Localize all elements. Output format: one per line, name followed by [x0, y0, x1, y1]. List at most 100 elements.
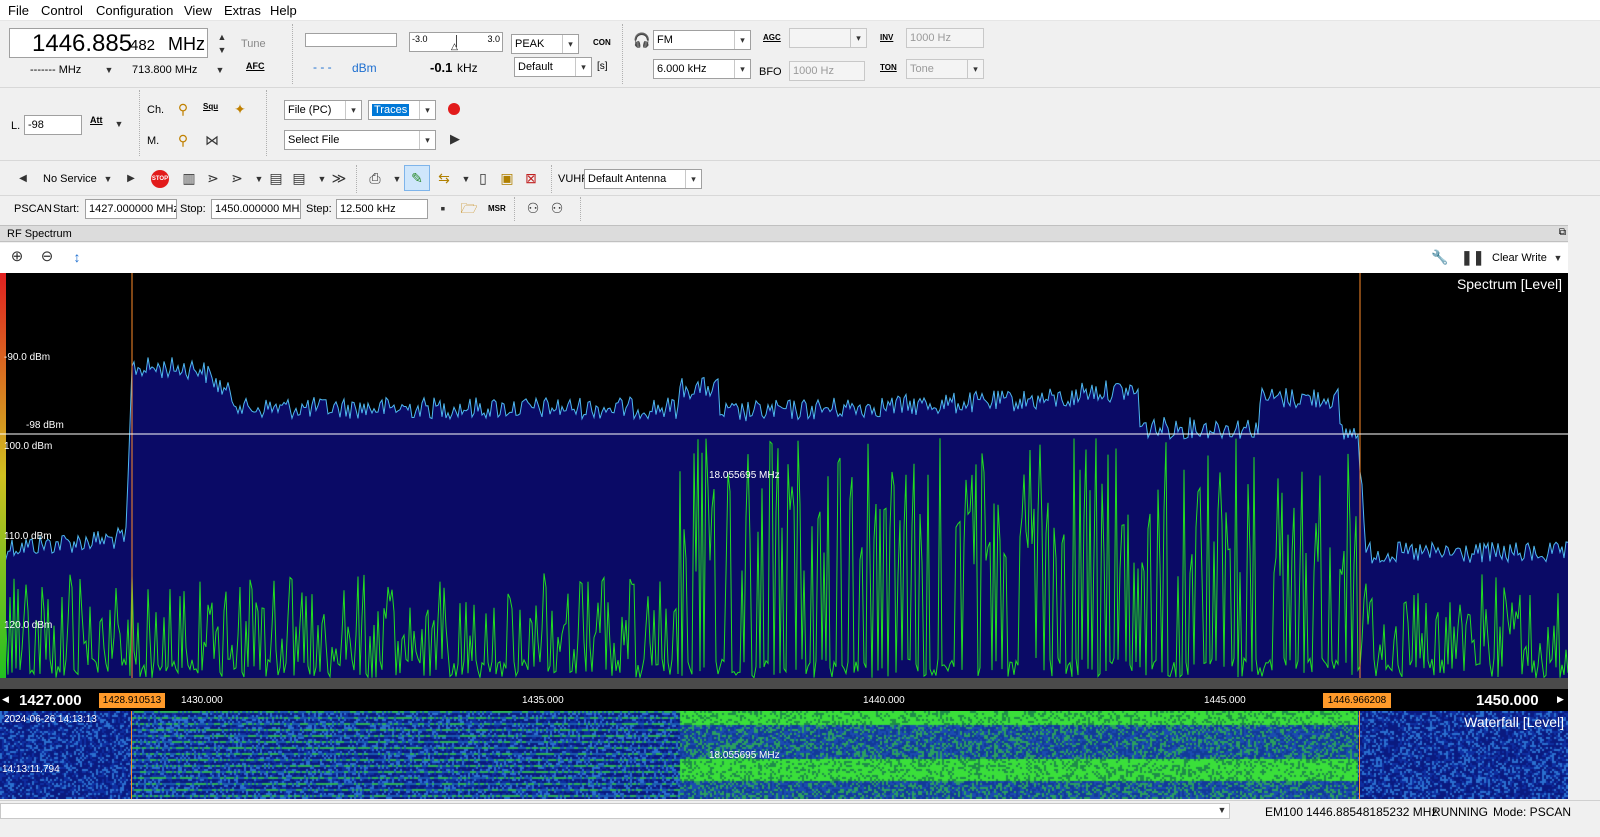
rf-spectrum-panel-header: RF Spectrum ⧉ [0, 225, 1568, 242]
frequency-down-icon[interactable]: ▼ [213, 42, 231, 60]
spectrum-plot[interactable]: -90.0 dBm -98 dBm 100.0 dBm 110.0 dBm 12… [0, 273, 1568, 678]
con-button[interactable]: CON [593, 38, 611, 47]
tone-select[interactable]: Tone ▾ [906, 59, 984, 79]
marker-right-label[interactable]: 1446.966208 [1323, 693, 1391, 708]
antenna-select[interactable]: Default Antenna ▾ [584, 169, 702, 189]
status-input[interactable] [0, 803, 1230, 819]
squelch-button[interactable]: Squ [203, 102, 218, 111]
play-icon[interactable]: ▶ [446, 131, 464, 149]
compare-dropdown-icon[interactable]: ▼ [457, 171, 475, 189]
sweep-step-icon[interactable]: ⋗ [228, 170, 246, 188]
menu-help[interactable]: Help [270, 3, 297, 18]
inv-button[interactable]: INV [880, 33, 893, 42]
select-file-select[interactable]: Select File ▾ [284, 130, 436, 150]
separator [139, 90, 140, 156]
fast-forward-icon[interactable]: ≫ [330, 170, 348, 188]
start-label: Start: [53, 203, 80, 215]
memory-transfer-icon[interactable]: ⋈ [203, 132, 221, 150]
export-icon[interactable]: ▣ [498, 170, 516, 188]
spectrum-fill-area [0, 357, 1568, 678]
offset-scale-max: 3.0 [487, 34, 500, 44]
list-icon[interactable]: ▤ [267, 170, 285, 188]
agc-button[interactable]: AGC [763, 33, 781, 42]
demodulation-select[interactable]: FM ▾ [653, 30, 751, 50]
print-icon[interactable]: ⎙ [366, 170, 384, 188]
afc-button[interactable]: AFC [246, 61, 265, 71]
channel-antenna-icon[interactable]: ⚲ [174, 101, 192, 119]
bfo-label: BFO [759, 66, 782, 78]
sub-frequency-2-dropdown-icon[interactable]: ▼ [211, 62, 229, 80]
traces-select[interactable]: Traces ▾ [368, 100, 436, 120]
document-icon[interactable]: ▯ [474, 170, 492, 188]
attenuator-dropdown-icon[interactable]: ▼ [110, 116, 128, 134]
attenuator-button[interactable]: Att [90, 115, 103, 125]
trace-mode-dropdown-icon[interactable]: ▼ [1549, 250, 1567, 268]
tune-label[interactable]: Tune [241, 38, 266, 50]
pause-icon[interactable]: ❚❚ [1461, 249, 1484, 267]
scroll-right-icon[interactable]: ▶ [1557, 694, 1564, 705]
agc-select[interactable]: ▾ [789, 28, 867, 48]
seconds-button[interactable]: [s] [597, 61, 608, 72]
msr-button[interactable]: MSR [488, 204, 506, 213]
inv-input[interactable]: 1000 Hz [906, 28, 984, 48]
previous-service-icon[interactable]: ◀ [14, 171, 32, 189]
service-select[interactable]: No Service [43, 173, 97, 185]
menu-control[interactable]: Control [41, 3, 83, 18]
auto-scale-icon[interactable]: ↕ [68, 249, 86, 267]
trace-mode-select[interactable]: Clear Write [1492, 252, 1547, 264]
sweep-icon[interactable]: ⋗ [204, 170, 222, 188]
source-select[interactable]: File (PC) ▾ [284, 100, 362, 120]
stop-frequency-input[interactable]: 1450.000000 MHz [211, 199, 301, 219]
bandwidth-select[interactable]: 6.000 kHz ▾ [653, 59, 751, 79]
list-dropdown-icon[interactable]: ▼ [313, 171, 331, 189]
frequency-display[interactable]: 1446.885 482 MHz [9, 28, 208, 58]
sub-frequency-dropdown-icon[interactable]: ▼ [100, 62, 118, 80]
status-dropdown-icon[interactable]: ▼ [1213, 802, 1231, 820]
menu-view[interactable]: View [184, 3, 212, 18]
scroll-left-icon[interactable]: ◀ [2, 694, 9, 705]
service-dropdown-icon[interactable]: ▼ [99, 171, 117, 189]
waterfall-plot[interactable]: 2024-06-26 14:13:13 14:13:11.794 18.0556… [0, 711, 1568, 799]
status-frequency: 1446.88548185232 MHz [1306, 805, 1438, 819]
channel-label: Ch. [147, 104, 165, 116]
sweep-dropdown-icon[interactable]: ▼ [250, 171, 268, 189]
open-folder-icon[interactable]: 🗁 [460, 200, 478, 218]
settings-wrench-icon[interactable]: 🔧 [1431, 249, 1449, 267]
spectrum-toolbar: ⊕ ⊖ ↕ 🔧 ❚❚ Clear Write ▼ [0, 243, 1568, 273]
spectrum-title: Spectrum [Level] [1456, 276, 1562, 292]
scan-bars-icon[interactable]: ▥ [180, 170, 198, 188]
start-frequency-input[interactable]: 1427.000000 MHz [85, 199, 177, 219]
save-icon[interactable]: ▪ [434, 200, 452, 218]
delete-icon[interactable]: ⊠ [522, 170, 540, 188]
detector-mode-select[interactable]: Default ▾ [514, 57, 592, 77]
memory-antenna-icon[interactable]: ⚲ [174, 132, 192, 150]
headphones-icon[interactable]: 🎧 [633, 32, 651, 50]
marker-left-label[interactable]: 1428.910513 [99, 693, 165, 708]
bfo-input[interactable]: 1000 Hz [789, 61, 865, 81]
menu-configuration[interactable]: Configuration [96, 3, 173, 18]
scan-range-icon[interactable]: ⚇ [524, 200, 542, 218]
undock-icon[interactable]: ⧉ [1559, 227, 1566, 238]
ton-button[interactable]: TON [880, 63, 897, 72]
next-service-icon[interactable]: ▶ [122, 171, 140, 189]
menu-file[interactable]: File [8, 3, 29, 18]
zoom-in-icon[interactable]: ⊕ [8, 249, 26, 267]
compare-icon[interactable]: ⇆ [435, 170, 453, 188]
menu-extras[interactable]: Extras [224, 3, 261, 18]
detector-select[interactable]: PEAK ▾ [511, 34, 579, 54]
list-multi-icon[interactable]: ▤ [290, 170, 308, 188]
level-threshold-input[interactable]: -98 [24, 115, 82, 135]
stop-icon[interactable]: STOP [151, 170, 169, 188]
scan-range-2-icon[interactable]: ⚇ [548, 200, 566, 218]
menu-bar: File Control Configuration View Extras H… [0, 0, 1600, 21]
separator [0, 160, 1600, 161]
level-threshold-label: L. [11, 120, 21, 132]
waterfall-marker-left [131, 711, 132, 799]
zoom-out-icon[interactable]: ⊖ [38, 249, 56, 267]
edit-icon[interactable]: ✎ [408, 170, 426, 188]
step-input[interactable]: 12.500 kHz [336, 199, 428, 219]
spectrum-scrollbar[interactable] [0, 678, 1568, 689]
satellite-icon[interactable]: ✦ [231, 101, 249, 119]
record-icon[interactable] [448, 103, 460, 115]
bandwidth-label: 18.055695 MHz [709, 470, 780, 481]
